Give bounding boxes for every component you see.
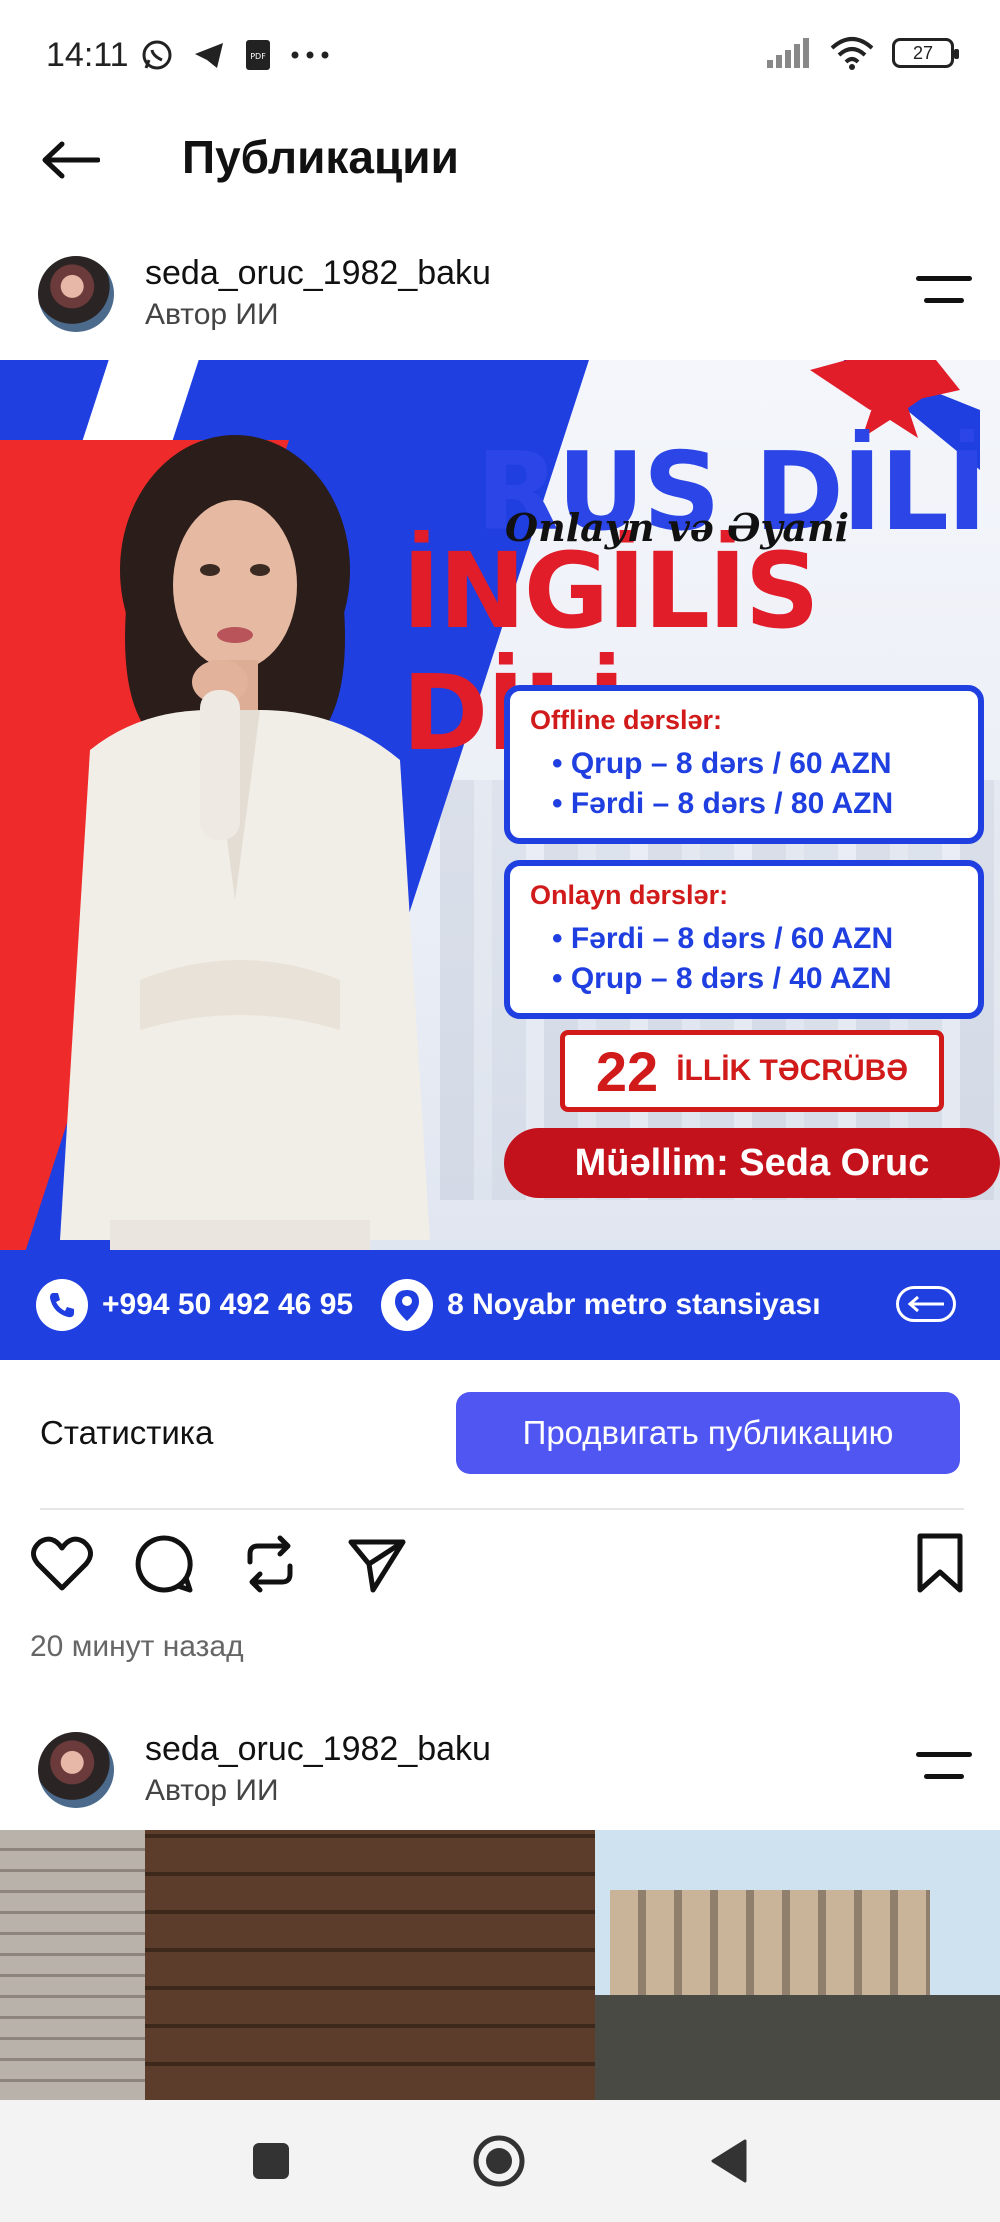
phone-icon [36, 1279, 88, 1331]
offline-heading: Offline dərslər: [530, 705, 723, 735]
bookmark-icon[interactable] [908, 1532, 972, 1596]
home-button[interactable] [472, 2134, 526, 2188]
whatsapp-icon [142, 40, 172, 70]
square-icon [253, 2143, 289, 2179]
promote-post-button[interactable]: Продвигать публикацию [456, 1392, 960, 1474]
online-line-1: • Fərdi – 8 dərs / 60 AZN [552, 922, 894, 955]
system-nav-bar [0, 2100, 1000, 2222]
svg-text:PDF: PDF [250, 52, 266, 61]
online-price-box: Onlayn dərslər: • Fərdi – 8 dərs / 60 AZ… [504, 860, 984, 1019]
battery-icon: 27 [892, 38, 959, 68]
post-username[interactable]: seda_oruc_1982_baku [145, 254, 491, 293]
status-bar: 14:11 PDF 27 [0, 0, 1000, 110]
app-header: Публикации [0, 120, 1000, 200]
page-title: Публикации [182, 131, 459, 183]
post-header: seda_oruc_1982_baku Автор ИИ [0, 240, 1000, 340]
more-dots-icon [291, 51, 329, 59]
online-line-2: • Qrup – 8 dərs / 40 AZN [552, 962, 892, 995]
system-icons: 27 [766, 36, 959, 70]
arrow-left-icon [896, 1286, 956, 1322]
like-heart-icon[interactable] [30, 1532, 94, 1596]
offline-line-1: • Qrup – 8 dərs / 60 AZN [552, 747, 892, 780]
circle-icon [473, 2135, 525, 2187]
telegram-icon [195, 43, 223, 68]
offline-line-2: • Fərdi – 8 dərs / 80 AZN [552, 787, 894, 820]
signal-icon [767, 38, 809, 68]
post-subtitle: Автор ИИ [145, 1774, 279, 1807]
post-menu-button[interactable] [916, 276, 972, 310]
nav-back-button[interactable] [702, 2134, 756, 2188]
contact-bar: +994 50 492 46 95 8 Noyabr metro stansiy… [0, 1250, 1000, 1360]
post-actions [0, 1532, 1000, 1604]
teacher-banner: Müəllim: Seda Oruc [504, 1128, 1000, 1198]
recents-button[interactable] [244, 2134, 298, 2188]
experience-text: İLLİK TƏCRÜBƏ [676, 1054, 909, 1087]
offline-price-box: Offline dərslər: • Qrup – 8 dərs / 60 AZ… [504, 685, 984, 844]
contact-phone: +994 50 492 46 95 [102, 1288, 354, 1321]
post-username[interactable]: seda_oruc_1982_baku [145, 1730, 491, 1769]
divider [40, 1508, 964, 1510]
post-image[interactable] [0, 1830, 1000, 2100]
back-button[interactable] [40, 130, 104, 190]
pdf-icon: PDF [246, 40, 270, 70]
post-image[interactable]: RUS DİLİ İNGİLİS DİLİ Onlayn və Əyani Of… [0, 360, 1000, 1360]
experience-badge: 22 İLLİK TƏCRÜBƏ [560, 1030, 944, 1112]
experience-number: 22 [595, 1039, 659, 1103]
share-send-icon[interactable] [345, 1532, 409, 1596]
notification-icons: PDF [140, 38, 330, 72]
wifi-icon [830, 37, 874, 70]
statistics-link[interactable]: Статистика [40, 1414, 213, 1452]
status-time: 14:11 [46, 36, 129, 74]
brick-wall [0, 1830, 145, 2100]
post-subtitle: Автор ИИ [145, 298, 279, 331]
avatar[interactable] [38, 1732, 114, 1808]
location-pin-icon [381, 1279, 434, 1331]
wood-panel [145, 1830, 595, 2100]
teacher-photo [60, 435, 430, 1300]
battery-level: 27 [912, 42, 934, 63]
post-timestamp: 20 минут назад [30, 1630, 244, 1663]
roof [595, 1995, 1000, 2100]
arrow-left-icon [42, 141, 100, 179]
avatar[interactable] [38, 256, 114, 332]
contact-location: 8 Noyabr metro stansiyası [447, 1288, 821, 1321]
repost-icon[interactable] [238, 1532, 302, 1596]
post-menu-button[interactable] [916, 1752, 972, 1786]
post-header: seda_oruc_1982_baku Автор ИИ [0, 1716, 1000, 1816]
comment-icon[interactable] [132, 1532, 196, 1596]
triangle-back-icon [711, 2139, 747, 2183]
online-heading: Onlayn dərslər: [530, 880, 729, 910]
post-stats-row: Статистика Продвигать публикацию [0, 1392, 1000, 1474]
ad-script-text: Onlayn və Əyani [505, 505, 850, 550]
